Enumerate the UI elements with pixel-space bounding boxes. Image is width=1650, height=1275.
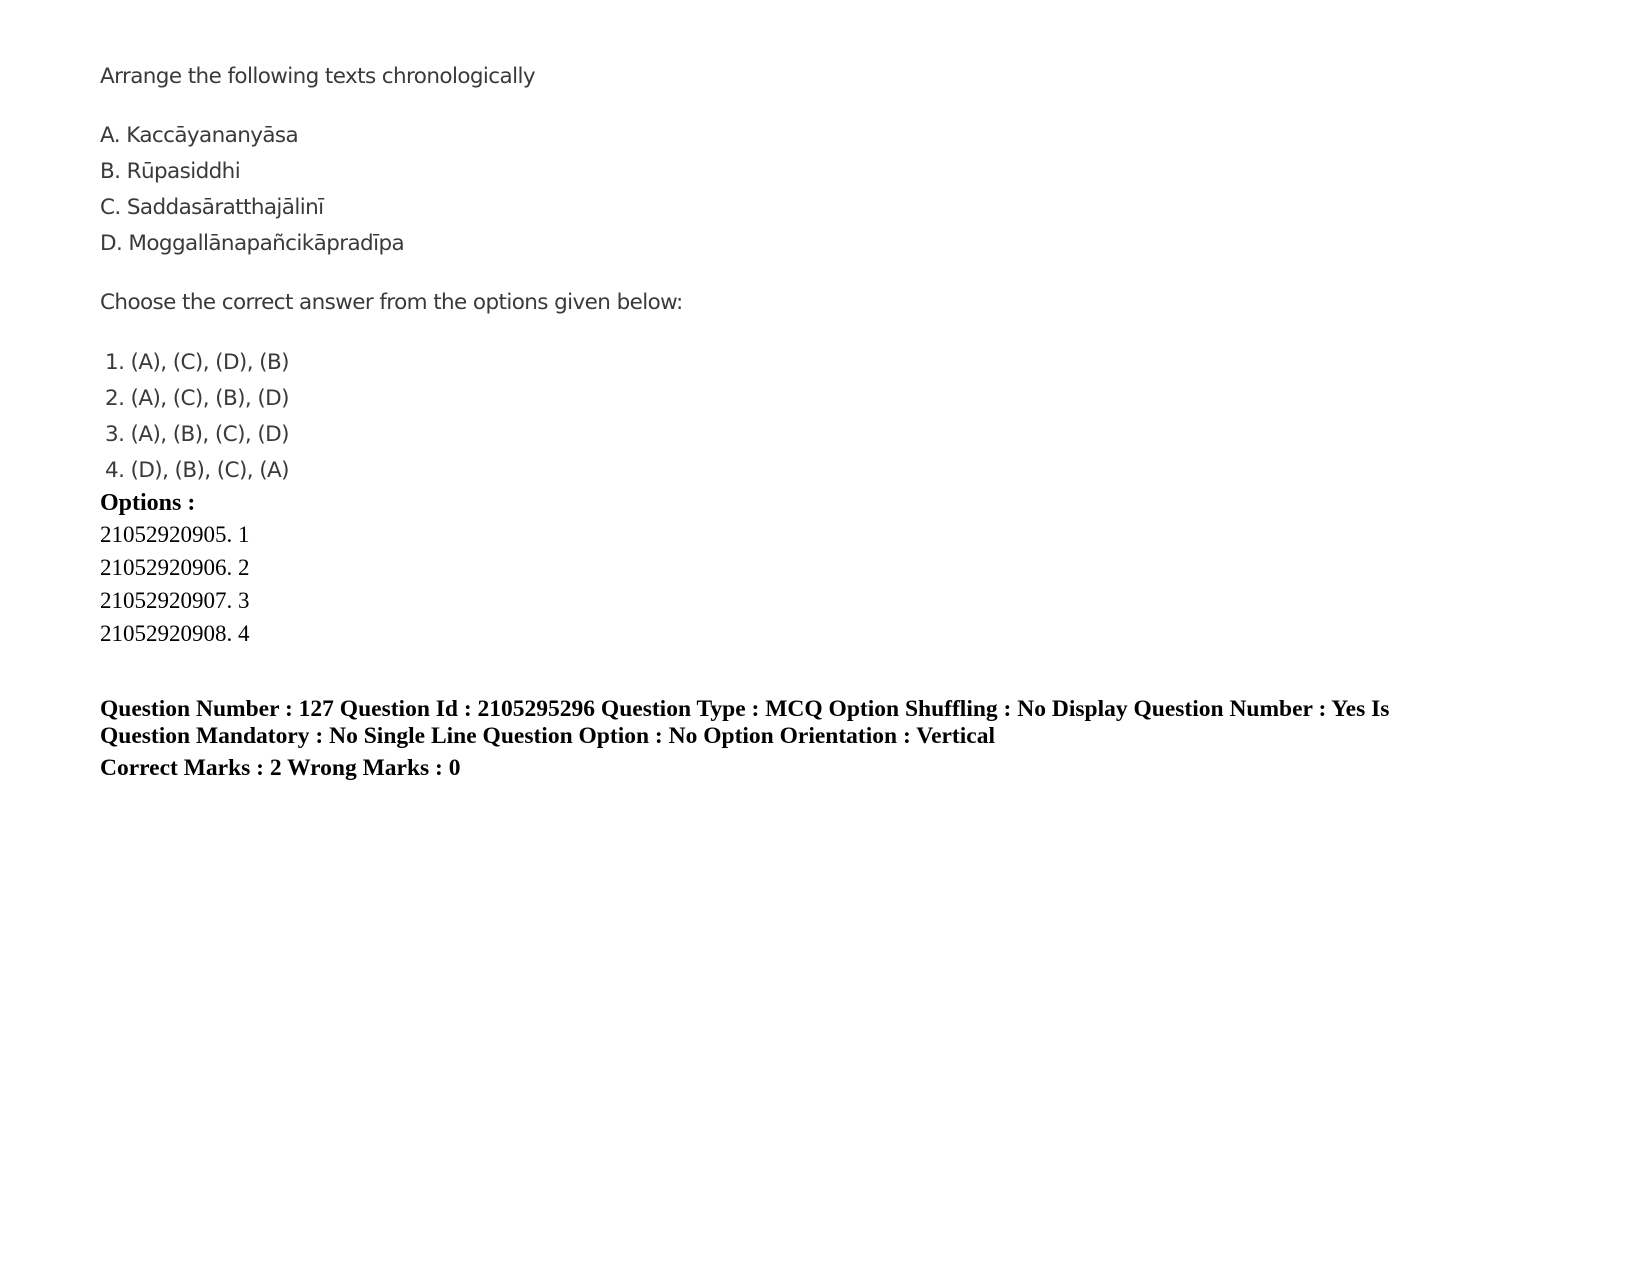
option-id-4: 21052920908. 4 — [100, 621, 250, 646]
option-id-2: 21052920906. 2 — [100, 555, 250, 580]
option-id-1: 21052920905. 1 — [100, 522, 250, 547]
question-instruction: Choose the correct answer from the optio… — [100, 290, 683, 315]
option-id-3: 21052920907. 3 — [100, 588, 250, 613]
question-item-d: D. Moggallānapañcikāpradīpa — [100, 231, 405, 256]
answer-choice-3: 3. (A), (B), (C), (D) — [105, 422, 289, 447]
answer-choice-1: 1. (A), (C), (D), (B) — [105, 350, 289, 375]
question-item-c: C. Saddasāratthajālinī — [100, 195, 324, 220]
question-marks: Correct Marks : 2 Wrong Marks : 0 — [100, 755, 461, 781]
answer-choice-4: 4. (D), (B), (C), (A) — [105, 458, 289, 483]
question-item-a: A. Kaccāyananyāsa — [100, 123, 299, 148]
question-stem: Arrange the following texts chronologica… — [100, 64, 536, 89]
question-metadata: Question Number : 127 Question Id : 2105… — [100, 696, 1390, 749]
options-label: Options : — [100, 490, 196, 516]
answer-choice-2: 2. (A), (C), (B), (D) — [105, 386, 289, 411]
question-item-b: B. Rūpasiddhi — [100, 159, 241, 184]
